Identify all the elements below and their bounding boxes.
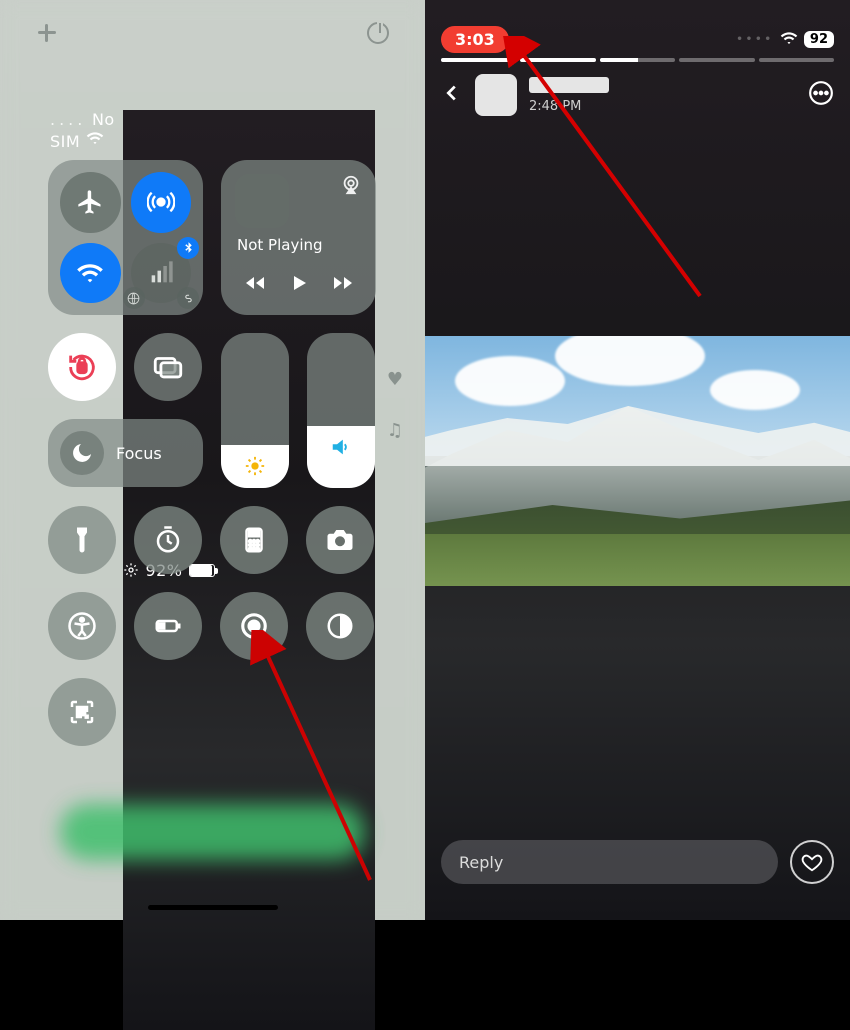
connectivity-tile[interactable]	[48, 160, 203, 315]
reply-input[interactable]: Reply	[441, 840, 778, 884]
prev-track-icon[interactable]	[243, 271, 267, 299]
side-indicators: ♥ ♫	[387, 369, 403, 441]
play-icon[interactable]	[287, 271, 311, 299]
more-options-button[interactable]	[808, 80, 834, 110]
heart-icon: ♥	[387, 369, 403, 390]
cellular-button[interactable]	[131, 243, 192, 304]
background-notification-blur	[60, 804, 365, 860]
personal-hotspot-mini-button[interactable]	[177, 287, 199, 309]
recording-indicator-pill[interactable]: 3:03	[441, 26, 509, 53]
story-timestamp: 2:48 PM	[529, 99, 609, 114]
airdrop-button[interactable]	[131, 172, 192, 233]
back-button[interactable]	[441, 82, 463, 108]
calculator-button[interactable]	[220, 506, 288, 574]
reply-placeholder: Reply	[459, 853, 503, 872]
now-playing-label: Not Playing	[237, 236, 323, 254]
wifi-status-icon	[86, 129, 104, 151]
story-header: 2:48 PM	[425, 74, 850, 116]
user-name-redacted	[529, 77, 609, 93]
brightness-slider[interactable]	[221, 333, 289, 488]
battery-pill: 92	[804, 31, 834, 48]
music-note-icon: ♫	[387, 420, 403, 441]
volume-slider[interactable]	[307, 333, 375, 488]
story-recording-screen: 3:03 •••• 92 2:48 PM Reply	[425, 0, 850, 920]
story-segment[interactable]	[441, 58, 516, 62]
media-controls	[221, 271, 376, 299]
control-center-screen: .... No SIM 92%	[0, 0, 425, 920]
timer-button[interactable]	[134, 506, 202, 574]
album-art-placeholder	[235, 174, 289, 228]
cc-top-controls	[0, 22, 425, 44]
screen-record-button[interactable]	[220, 592, 288, 660]
accessibility-button[interactable]	[48, 592, 116, 660]
media-tile[interactable]: Not Playing	[221, 160, 376, 315]
statusbar: 3:03 •••• 92	[425, 26, 850, 53]
focus-label: Focus	[116, 444, 162, 463]
focus-button[interactable]: Focus	[48, 419, 203, 487]
story-segment[interactable]	[759, 58, 834, 62]
qr-scan-button[interactable]	[48, 678, 116, 746]
dark-mode-button[interactable]	[306, 592, 374, 660]
satellite-mini-button[interactable]	[123, 287, 145, 309]
bluetooth-mini-button[interactable]	[177, 237, 199, 259]
home-indicator[interactable]	[148, 905, 278, 910]
user-avatar[interactable]	[475, 74, 517, 116]
moon-icon	[60, 431, 104, 475]
story-segment[interactable]	[520, 58, 595, 62]
story-progress-bar[interactable]	[441, 58, 834, 62]
add-control-icon[interactable]	[36, 22, 58, 44]
story-content-image[interactable]	[425, 336, 850, 586]
next-track-icon[interactable]	[331, 271, 355, 299]
like-button[interactable]	[790, 840, 834, 884]
wifi-button[interactable]	[60, 243, 121, 304]
story-segment[interactable]	[600, 58, 675, 62]
camera-button[interactable]	[306, 506, 374, 574]
signal-dots: ••••	[736, 34, 774, 45]
flashlight-button[interactable]	[48, 506, 116, 574]
story-segment[interactable]	[679, 58, 754, 62]
airplay-icon[interactable]	[340, 174, 362, 200]
screen-mirror-button[interactable]	[134, 333, 202, 401]
rotation-lock-button[interactable]	[48, 333, 116, 401]
airplane-mode-button[interactable]	[60, 172, 121, 233]
signal-dots: ....	[50, 110, 86, 129]
cc-tile-grid: Not Playing	[48, 160, 377, 746]
power-icon[interactable]	[367, 22, 389, 44]
wifi-status-icon	[780, 29, 798, 51]
low-power-button[interactable]	[134, 592, 202, 660]
